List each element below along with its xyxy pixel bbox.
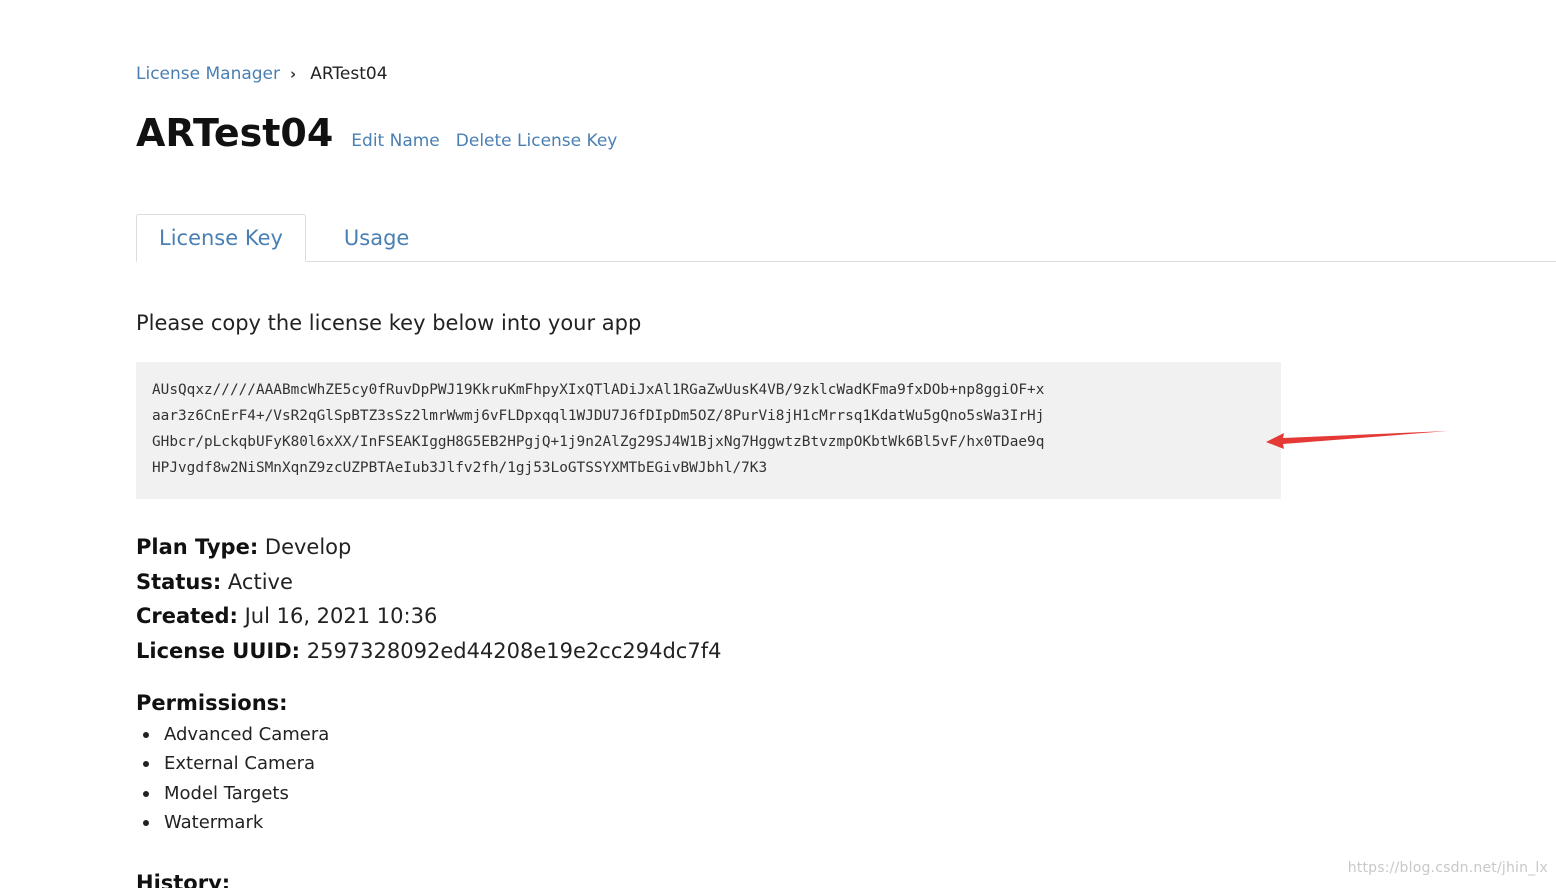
list-item: Advanced Camera [136, 720, 329, 749]
copy-instruction: Please copy the license key below into y… [136, 311, 642, 335]
license-key-box[interactable]: AUsQqxz/////AAABmcWhZE5cy0fRuvDpPWJ19Kkr… [136, 362, 1281, 499]
history-heading: History: [136, 871, 231, 888]
status-value: Active [227, 569, 293, 594]
license-uuid-value: 2597328092ed44208e19e2cc294dc7f4 [306, 638, 722, 663]
tab-bar: License Key Usage [136, 214, 1556, 262]
delete-license-key-link[interactable]: Delete License Key [456, 131, 618, 151]
license-detail-page: License Manager › ARTest04 ARTest04 Edit… [0, 0, 1556, 888]
license-uuid-row: License UUID: 2597328092ed44208e19e2cc29… [136, 634, 721, 669]
chevron-right-icon: › [290, 65, 297, 83]
breadcrumb-license-manager-link[interactable]: License Manager [136, 62, 280, 86]
red-arrow-annotation [1266, 431, 1448, 449]
plan-type-value: Develop [264, 535, 352, 559]
license-details: Plan Type: Develop Status: Active Create… [136, 530, 721, 668]
watermark-text: https://blog.csdn.net/jhin_lx [1347, 860, 1548, 876]
license-key-line: aar3z6CnErF4+/VsR2qGlSpBTZ3sSz2lmrWwmj6v… [152, 408, 1045, 424]
edit-name-link[interactable]: Edit Name [351, 131, 439, 151]
tab-license-key[interactable]: License Key [136, 214, 306, 262]
page-title: ARTest04 [136, 111, 334, 155]
status-row: Status: Active [136, 565, 721, 600]
breadcrumb-current: ARTest04 [310, 64, 388, 84]
list-item: External Camera [136, 749, 329, 778]
license-uuid-label: License UUID: [136, 638, 301, 663]
license-key-line: AUsQqxz/////AAABmcWhZE5cy0fRuvDpPWJ19Kkr… [152, 382, 1045, 398]
created-value: Jul 16, 2021 10:36 [244, 604, 438, 628]
breadcrumb: License Manager › ARTest04 [136, 62, 388, 86]
title-row: ARTest04 Edit Name Delete License Key [136, 108, 617, 158]
permissions-heading: Permissions: [136, 691, 288, 715]
plan-type-row: Plan Type: Develop [136, 530, 721, 565]
created-row: Created: Jul 16, 2021 10:36 [136, 599, 721, 634]
status-label: Status: [136, 569, 222, 594]
license-key-line: GHbcr/pLckqbUFyK80l6xXX/InFSEAKIggH8G5EB… [152, 434, 1045, 450]
permissions-list: Advanced Camera External Camera Model Ta… [136, 720, 329, 837]
license-key-line: HPJvgdf8w2NiSMnXqnZ9zcUZPBTAeIub3Jlfv2fh… [152, 460, 768, 476]
tab-usage[interactable]: Usage [322, 214, 431, 261]
list-item: Model Targets [136, 779, 329, 808]
created-label: Created: [136, 604, 238, 628]
plan-type-label: Plan Type: [136, 535, 259, 559]
list-item: Watermark [136, 808, 329, 837]
